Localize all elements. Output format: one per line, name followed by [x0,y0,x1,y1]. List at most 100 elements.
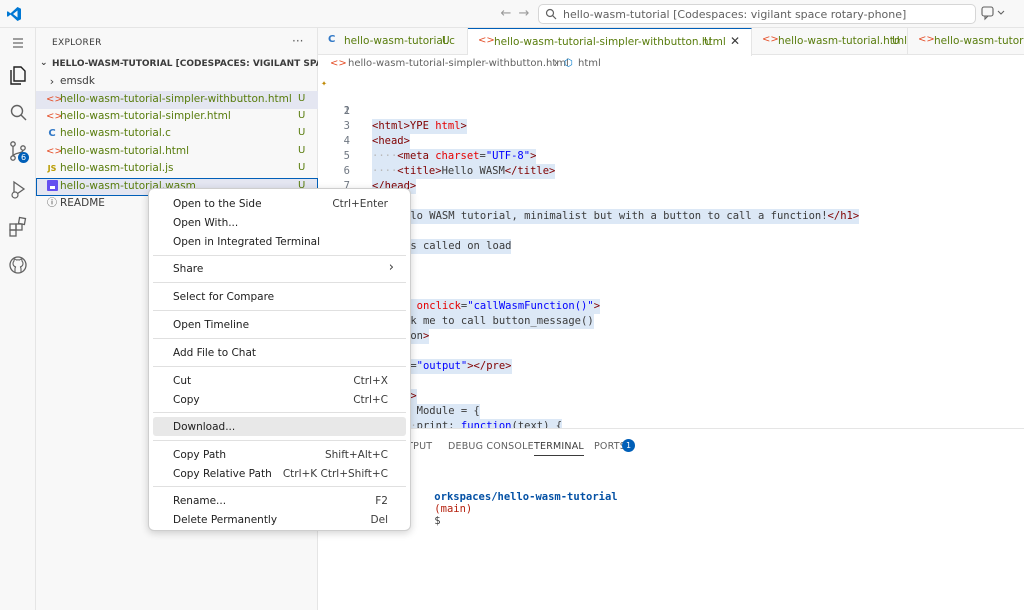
explorer-title: EXPLORER [52,38,102,48]
forward-arrow-icon[interactable]: → [516,6,532,22]
code-line: 5 ····<title>Hello WASM</title> [343,150,556,179]
terminal-path: orkspaces/hello-wasm-tutorial [434,491,618,503]
extensions-icon[interactable] [7,216,29,238]
tab-label: hello-wasm-tutorial-simpler-withbutton.h… [494,36,726,48]
terminal-prompt-line[interactable]: orkspaces/hello-wasm-tutorial (main) $ [409,479,618,539]
untracked-status: U [298,110,306,121]
code-line: d="output"></pre> [318,344,1024,374]
github-icon[interactable] [7,254,29,276]
menu-item-cut[interactable]: Cut Ctrl+X [153,371,406,390]
tree-item-label: hello-wasm-tutorial.js [60,162,174,174]
tree-item-file[interactable]: <> hello-wasm-tutorial.html U [36,143,318,161]
code-line: t> [318,374,1024,404]
menu-separator [153,310,406,311]
terminal-prompt: $ [434,515,441,527]
code-line: 2 <html> [343,105,410,134]
js-file-icon: JS [47,164,57,173]
code-line: ck me to call button_message() [404,314,594,329]
terminal-branch: (main) [434,503,473,515]
vscode-logo-icon [7,7,21,21]
menu-item-open-to-side[interactable]: Open to the Side Ctrl+Enter [153,194,406,213]
command-center[interactable]: hello-wasm-tutorial [Codespaces: vigilan… [538,4,976,24]
tab-html-file[interactable]: <> hello-wasm-tutorial.html U [752,28,908,55]
tab-label: hello-wasm-tutorial- [934,35,1024,47]
menu-item-open-timeline[interactable]: Open Timeline [153,315,406,334]
tree-item-folder-emsdk[interactable]: › emsdk [36,73,318,91]
search-activity-icon[interactable] [7,102,29,124]
html-file-icon: <> [46,146,63,157]
c-file-icon: C [48,128,56,139]
menu-item-delete[interactable]: Delete Permanently Del [153,510,406,529]
ports-badge: 1 [622,439,635,452]
html-file-icon: <> [46,111,63,122]
menu-item-open-terminal[interactable]: Open in Integrated Terminal [153,232,406,251]
c-file-icon: C [328,34,336,45]
more-actions-button[interactable]: ··· [292,34,303,48]
code-line: ·····console.log(text); [318,419,1024,428]
html-file-icon: <> [46,94,63,105]
tree-item-label: emsdk [60,75,95,87]
html-file-icon: <> [918,34,935,45]
source-control-badge: 6 [18,152,29,163]
close-icon[interactable]: ✕ [730,34,740,48]
menu-separator [153,440,406,441]
editor-tab-bar: C hello-wasm-tutorial.c U <> hello-wasm-… [318,28,1024,56]
menu-icon[interactable] [7,32,29,54]
code-editor[interactable]: ✦ 1 <!DOCTYPE html> 2 <html> 3 <head> 4 … [318,72,1024,428]
code-line: 3 <head> [343,120,410,149]
tab-label: hello-wasm-tutorial.html [778,35,908,47]
tab-label: hello-wasm-tutorial.c [344,35,455,47]
tree-item-file[interactable]: <> hello-wasm-tutorial-simpler.html U [36,108,318,126]
tab-debug-console[interactable]: DEBUG CONSOLE [448,441,534,452]
menu-item-copy[interactable]: Copy Ctrl+C [153,390,406,409]
menu-separator [153,282,406,283]
menu-item-download[interactable]: Download... [153,417,406,436]
code-line: 8 [318,179,1024,224]
menu-item-copy-path[interactable]: Copy Path Shift+Alt+C [153,445,406,464]
explorer-files-icon[interactable] [7,64,29,86]
menu-separator [153,338,406,339]
tree-item-file[interactable]: C hello-wasm-tutorial.c U [36,125,318,143]
tree-item-label: README [60,197,105,209]
breadcrumb-symbol[interactable]: html [578,58,601,69]
code-line: is called on load [404,239,512,254]
html-file-icon: <> [478,35,495,46]
menu-separator [153,486,406,487]
breadcrumb-file[interactable]: hello-wasm-tutorial-simpler-withbutton.h… [348,58,569,69]
tab-terminal[interactable]: TERMINAL [534,441,584,456]
html-file-icon: <> [330,58,347,69]
menu-item-select-compare[interactable]: Select for Compare [153,287,406,306]
menu-item-copy-relative-path[interactable]: Copy Relative Path Ctrl+K Ctrl+Shift+C [153,464,406,483]
tree-item-label: hello-wasm-tutorial-simpler.html [60,110,231,122]
back-arrow-icon[interactable]: ← [498,6,514,22]
activity-bar: 6 [0,28,36,610]
info-icon: ⓘ [47,198,57,209]
chevron-down-icon: ⌄ [40,58,48,68]
tab-status: U [442,35,450,47]
menu-item-rename[interactable]: Rename... F2 [153,491,406,510]
chevron-right-icon: › [49,75,55,88]
workspace-header[interactable]: ⌄ HELLO-WASM-TUTORIAL [CODESPACES: VIGIL… [36,56,318,74]
run-debug-icon[interactable] [7,178,29,200]
tab-c-file[interactable]: C hello-wasm-tutorial.c U [318,28,468,55]
tree-item-file[interactable]: <> hello-wasm-tutorial-simpler-withbutto… [36,91,318,109]
menu-item-add-to-chat[interactable]: Add File to Chat [153,343,406,362]
bottom-panel: UTPUT DEBUG CONSOLE TERMINAL PORTS 1 ork… [318,428,1024,610]
code-line: llo WASM tutorial, minimalist but with a… [404,209,860,224]
tree-item-label: hello-wasm-tutorial-simpler-withbutton.h… [60,93,292,105]
tab-overflow[interactable]: <> hello-wasm-tutorial- [908,28,1024,55]
search-icon [545,8,557,20]
context-menu: Open to the Side Ctrl+Enter Open With...… [148,188,411,531]
untracked-status: U [298,93,306,104]
code-line: n onclick="callWasmFunction()"> [318,284,1024,314]
tab-status: U [892,35,900,47]
tree-item-file[interactable]: JS hello-wasm-tutorial.js U [36,160,318,178]
tab-withbutton-html[interactable]: <> hello-wasm-tutorial-simpler-withbutto… [468,28,752,56]
code-line: 4 ····<meta charset="UTF-8"> [343,135,537,164]
menu-item-open-with[interactable]: Open With... [153,213,406,232]
tree-item-label: hello-wasm-tutorial.c [60,127,171,139]
menu-item-share[interactable]: Share › [153,259,406,278]
copilot-chat-icon[interactable] [980,5,1010,23]
code-line: r Module = { [404,404,480,419]
command-center-text: hello-wasm-tutorial [Codespaces: vigilan… [563,8,907,21]
